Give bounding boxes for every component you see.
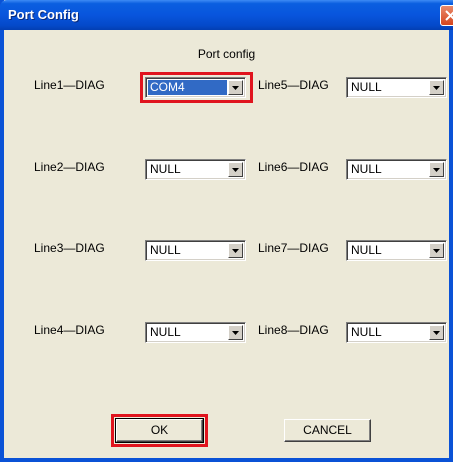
line8-dropdown-button[interactable]	[429, 325, 444, 340]
line8-combo-value: NULL	[351, 325, 382, 339]
line4-dropdown-button[interactable]	[228, 325, 243, 340]
line7-combo-value: NULL	[351, 243, 382, 257]
line3-dropdown-button[interactable]	[228, 243, 243, 258]
line2-combo[interactable]: NULL	[145, 159, 246, 180]
chevron-down-icon	[433, 168, 440, 172]
line7-dropdown-button[interactable]	[429, 243, 444, 258]
line2-combo-value: NULL	[150, 162, 181, 176]
port-config-window: Port Config Port config Line1—DIAG COM4 …	[0, 0, 453, 462]
line7-combo[interactable]: NULL	[346, 240, 447, 261]
line3-combo[interactable]: NULL	[145, 240, 246, 261]
chevron-down-icon	[232, 168, 239, 172]
dialog-client: Port config Line1—DIAG COM4 Line5—DIAG N…	[4, 30, 449, 458]
line3-label: Line3—DIAG	[34, 241, 105, 255]
line8-label: Line8—DIAG	[258, 323, 329, 337]
chevron-down-icon	[433, 86, 440, 90]
chevron-down-icon	[433, 331, 440, 335]
chevron-down-icon	[232, 331, 239, 335]
dialog-heading: Port config	[197, 47, 256, 61]
line2-dropdown-button[interactable]	[228, 162, 243, 177]
window-title: Port Config	[8, 7, 79, 22]
cancel-button[interactable]: CANCEL	[284, 419, 371, 442]
line3-combo-value: NULL	[150, 243, 181, 257]
chevron-down-icon	[433, 249, 440, 253]
line4-label: Line4—DIAG	[34, 323, 105, 337]
line4-combo[interactable]: NULL	[145, 322, 246, 343]
line5-combo[interactable]: NULL	[346, 77, 447, 98]
line2-label: Line2—DIAG	[34, 160, 105, 174]
line6-dropdown-button[interactable]	[429, 162, 444, 177]
close-icon	[445, 10, 453, 21]
line5-combo-value: NULL	[351, 80, 382, 94]
line8-combo[interactable]: NULL	[346, 322, 447, 343]
line7-label: Line7—DIAG	[258, 241, 329, 255]
line6-label: Line6—DIAG	[258, 160, 329, 174]
line1-label: Line1—DIAG	[34, 78, 105, 92]
title-bar[interactable]: Port Config	[0, 0, 453, 30]
line6-combo-value: NULL	[351, 162, 382, 176]
chevron-down-icon	[232, 249, 239, 253]
ok-highlight-box	[111, 414, 208, 447]
line4-combo-value: NULL	[150, 325, 181, 339]
line6-combo[interactable]: NULL	[346, 159, 447, 180]
line5-label: Line5—DIAG	[258, 78, 329, 92]
line5-dropdown-button[interactable]	[429, 80, 444, 95]
close-button[interactable]	[440, 5, 453, 26]
line1-highlight-box	[140, 72, 253, 103]
